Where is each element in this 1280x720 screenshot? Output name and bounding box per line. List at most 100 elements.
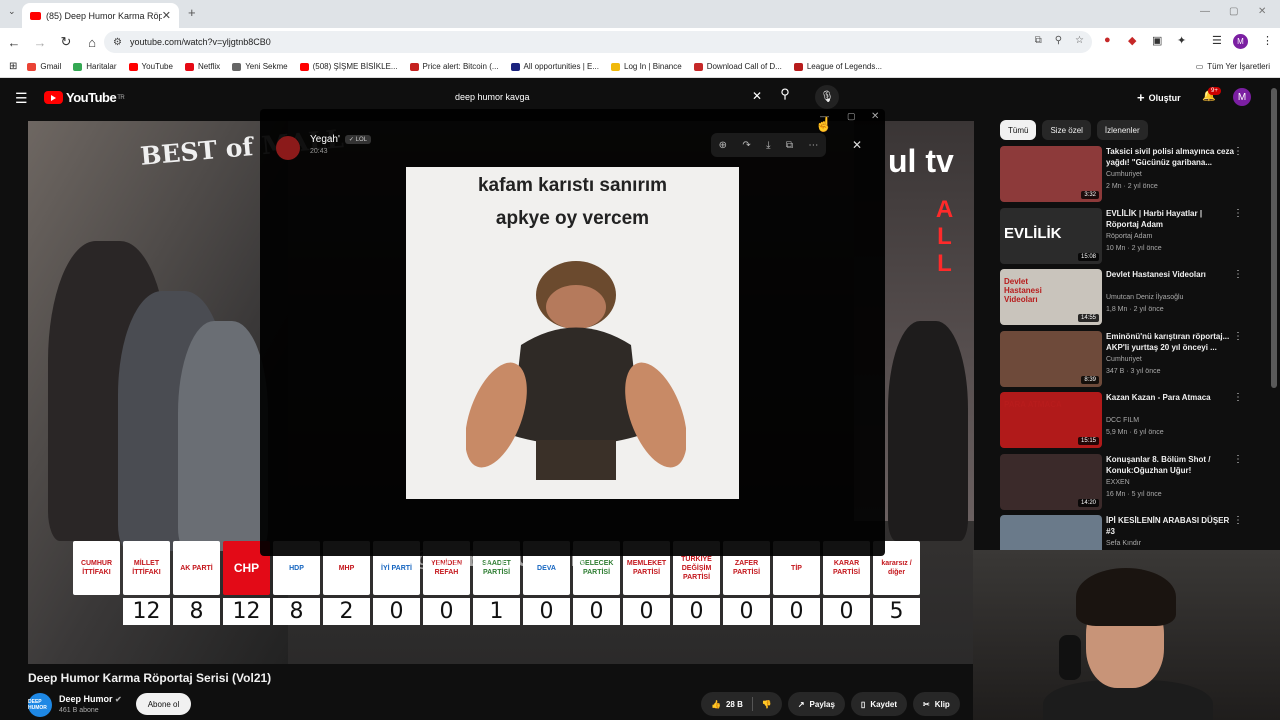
menu-hamburger-icon[interactable]: ☰ [15, 90, 28, 107]
recommended-channel[interactable]: Sefa Kındır [1106, 540, 1141, 547]
download-icon[interactable]: ⤓ [766, 140, 770, 151]
bookmark-item[interactable]: All opportunities | E... [510, 62, 599, 71]
recommended-video[interactable]: 3:32 Taksici sivil polisi almayınca ceza … [1000, 146, 1265, 202]
recommended-title[interactable]: EVLİLİK | Harbi Hayatlar | Röportaj Adam [1106, 208, 1236, 230]
more-actions-icon[interactable]: ⋮ [1233, 454, 1243, 465]
recommended-channel[interactable]: Cumhuriyet [1106, 171, 1142, 178]
subscribe-button[interactable]: Abone ol [136, 693, 191, 715]
tab-search-icon[interactable]: ⌄ [8, 6, 16, 17]
more-actions-icon[interactable]: ⋮ [1233, 146, 1243, 157]
sender-name[interactable]: Yegah' ✓ LOL [310, 134, 371, 145]
video-thumbnail[interactable]: 3:32 [1000, 146, 1102, 202]
sender-avatar[interactable] [276, 136, 300, 160]
save-button[interactable]: ▯ Kaydet [850, 692, 907, 716]
bookmark-item[interactable]: League of Legends... [793, 62, 882, 71]
extension-icon[interactable]: ▣ [1152, 34, 1162, 47]
video-thumbnail[interactable]: 8:39 [1000, 330, 1102, 387]
zoom-in-icon[interactable]: ⊕ [719, 140, 727, 151]
search-icon[interactable]: ⚲ [774, 86, 796, 108]
bookmark-item[interactable]: Netflix [184, 62, 220, 71]
home-button[interactable]: ⌂ [80, 35, 104, 50]
clear-search-icon[interactable]: ✕ [752, 89, 762, 103]
window-maximize-button[interactable]: ▢ [1229, 6, 1238, 17]
discord-window-close-button[interactable]: ✕ [871, 111, 879, 122]
recommended-channel[interactable]: EXXEN [1106, 479, 1130, 486]
meme-image[interactable]: kafam karıstı sanırım apkye oy vercem [406, 167, 739, 499]
open-external-icon[interactable]: ⧉ [786, 140, 793, 151]
discord-maximize-button[interactable]: ▢ [847, 111, 856, 122]
filter-chip[interactable]: İzlenenler [1096, 120, 1148, 140]
window-close-button[interactable]: ✕ [1258, 6, 1266, 17]
search-input[interactable]: deep humor kavga ✕ [447, 86, 770, 108]
filter-chip[interactable]: Size özel [1042, 120, 1091, 140]
bookmark-item[interactable]: Log In | Binance [611, 62, 682, 71]
channel-avatar[interactable]: DEEP HUMOR [28, 693, 52, 717]
recommended-video[interactable]: Devlet Hastanesi Videoları 14:55 Devlet Ha… [1000, 269, 1265, 325]
more-options-icon[interactable]: ⋯ [808, 140, 818, 151]
share-button[interactable]: ↗ Paylaş [787, 692, 845, 716]
extension-icon[interactable]: ◆ [1128, 34, 1136, 47]
new-tab-button[interactable]: + [188, 5, 196, 20]
bookmark-item[interactable]: YouTube [128, 62, 173, 71]
all-bookmarks[interactable]: ▭ Tüm Yer İşaretleri [1196, 62, 1270, 71]
reading-list-icon[interactable]: ☰ [1212, 34, 1222, 47]
recommended-title[interactable]: Konuşanlar 8. Bölüm Shot / Konuk:Oğuzhan… [1106, 454, 1236, 476]
bookmark-item[interactable]: Download Call of D... [693, 62, 782, 71]
bookmark-item[interactable]: (508) ŞİŞME BİSİKLE... [299, 62, 398, 71]
recommended-title[interactable]: Kazan Kazan - Para Atmaca [1106, 392, 1236, 403]
recommended-title[interactable]: İPİ KESİLENİN ARABASI DÜŞER #3 [1106, 515, 1236, 537]
like-button[interactable]: 👍 28 B 👎 [701, 692, 782, 716]
more-actions-icon[interactable]: ⋮ [1233, 269, 1243, 280]
bookmark-item[interactable]: Yeni Sekme [232, 62, 288, 71]
window-minimize-button[interactable]: — [1200, 6, 1210, 17]
close-viewer-icon[interactable]: ✕ [847, 135, 867, 155]
zoom-icon[interactable]: ⚲ [1055, 35, 1062, 46]
more-actions-icon[interactable]: ⋮ [1233, 392, 1243, 403]
bookmark-star-icon[interactable]: ☆ [1075, 35, 1084, 46]
clip-button[interactable]: ✂ Klip [913, 692, 960, 716]
recommended-title[interactable]: Eminönü'nü karıştıran röportaj... AKP'li… [1106, 331, 1236, 353]
tab-close-icon[interactable]: ✕ [162, 9, 171, 22]
forward-icon[interactable]: ↷ [742, 140, 750, 151]
extension-icon[interactable]: ● [1104, 34, 1111, 46]
thumbs-down-icon[interactable]: 👎 [762, 700, 772, 709]
bookmark-item[interactable]: Haritalar [73, 62, 117, 71]
recommended-channel[interactable]: Umutcan Deniz İlyasoğlu [1106, 294, 1183, 301]
video-thumbnail[interactable]: PARA ATMACA 15:15 [1000, 392, 1102, 448]
account-avatar[interactable]: M [1233, 88, 1251, 106]
site-info-icon[interactable]: ⚙ [113, 37, 122, 48]
youtube-logo[interactable]: YouTube TR [44, 90, 125, 105]
video-thumbnail[interactable]: 14:20 [1000, 453, 1102, 510]
more-actions-icon[interactable]: ⋮ [1233, 515, 1243, 526]
install-app-icon[interactable]: ⧉ [1035, 35, 1042, 46]
create-button[interactable]: + Oluştur [1137, 90, 1181, 105]
microphone-icon[interactable]: 🎙 [815, 85, 839, 109]
active-tab[interactable]: (85) Deep Humor Karma Röportaj ✕ [22, 3, 179, 28]
apps-grid-icon[interactable]: ⊞ [9, 61, 17, 72]
more-actions-icon[interactable]: ⋮ [1233, 331, 1243, 342]
recommended-channel[interactable]: Röportaj Adam [1106, 233, 1152, 240]
recommended-title[interactable]: Devlet Hastanesi Videoları [1106, 269, 1236, 280]
video-thumbnail[interactable]: EVLİLİK 15:08 [1000, 207, 1102, 264]
back-button[interactable]: ← [2, 35, 26, 50]
recommended-video[interactable]: EVLİLİK 15:08 EVLİLİK | Harbi Hayatlar | R… [1000, 207, 1265, 264]
recommended-video[interactable]: 14:20 Konuşanlar 8. Bölüm Shot / Konuk:Oğ… [1000, 453, 1265, 510]
bookmark-item[interactable]: Price alert: Bitcoin (... [409, 62, 499, 71]
video-thumbnail[interactable]: Devlet Hastanesi Videoları 14:55 [1000, 269, 1102, 325]
recommended-title[interactable]: Taksici sivil polisi almayınca ceza yağd… [1106, 146, 1236, 168]
extensions-puzzle-icon[interactable]: ✦ [1177, 34, 1186, 47]
channel-name[interactable]: Deep Humor ✔ [59, 694, 122, 704]
recommended-video[interactable]: PARA ATMACA 15:15 Kazan Kazan - Para Atmac… [1000, 392, 1265, 448]
recommended-channel[interactable]: Cumhuriyet [1106, 356, 1142, 363]
recommended-video[interactable]: 8:39 Eminönü'nü karıştıran röportaj... AK… [1000, 330, 1265, 387]
bookmark-item[interactable]: Gmail [27, 62, 61, 71]
address-bar[interactable]: ⚙ youtube.com/watch?v=yljgtnb8CB0 ⧉ ⚲ ☆ [104, 31, 1092, 53]
reload-button[interactable]: ↻ [54, 34, 78, 50]
more-actions-icon[interactable]: ⋮ [1233, 208, 1243, 219]
forward-button[interactable]: → [28, 35, 52, 50]
profile-avatar[interactable]: M [1233, 34, 1248, 49]
chrome-menu-icon[interactable]: ⋮ [1262, 34, 1273, 47]
recommended-channel[interactable]: DCC FILM [1106, 417, 1139, 424]
filter-chip[interactable]: Tümü [1000, 120, 1037, 140]
page-scrollbar[interactable] [1271, 88, 1277, 388]
